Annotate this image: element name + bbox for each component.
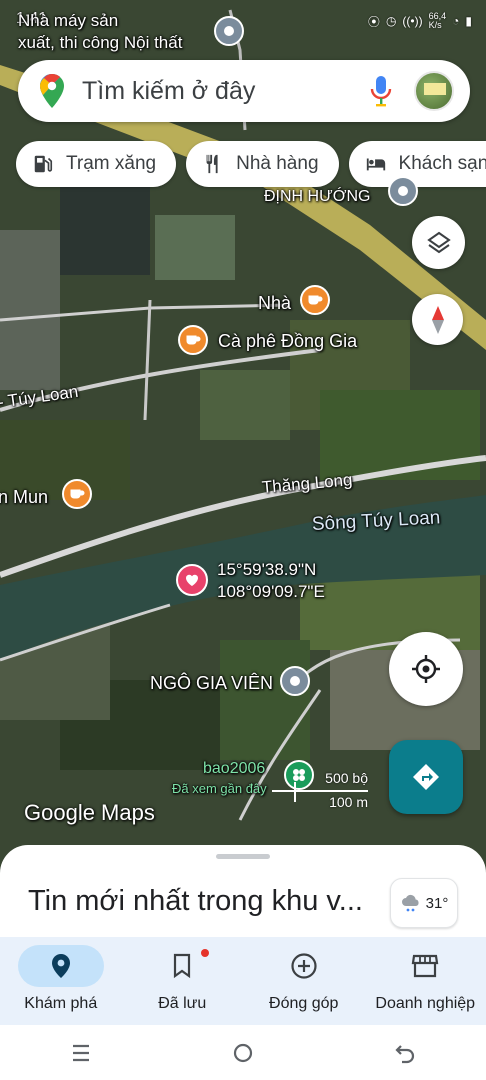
nav-contribute[interactable]: Đóng góp: [243, 937, 365, 1025]
add-circle-icon: [291, 953, 317, 979]
location-icon: ⦿: [367, 14, 380, 29]
category-chips: Trạm xăng Nhà hàng Khách sạn: [16, 141, 486, 187]
nav-label: Đóng góp: [269, 995, 339, 1012]
poi-cafe-an-mun[interactable]: [62, 479, 92, 509]
google-maps-logo: Google Maps: [24, 800, 155, 825]
heart-icon: [186, 574, 198, 586]
place-pin-ngo-gia-vien[interactable]: [280, 666, 310, 696]
chip-restaurant[interactable]: Nhà hàng: [186, 141, 339, 187]
bottom-navigation: Khám phá Đã lưu Đóng góp Doanh nghiệp: [0, 937, 486, 1025]
map-label-recently-viewed: Đã xem gần đây: [172, 781, 267, 796]
directions-icon: [413, 764, 439, 790]
nav-explore[interactable]: Khám phá: [0, 937, 122, 1025]
recent-apps-icon[interactable]: [70, 1043, 92, 1063]
coffee-icon: [308, 295, 323, 305]
notification-dot: [201, 949, 209, 957]
chip-label: Trạm xăng: [66, 153, 157, 174]
poi-cafe-nha[interactable]: [300, 285, 330, 315]
nav-label: Đã lưu: [158, 995, 207, 1012]
map-label-factory[interactable]: Nhà máy sản xuất, thi công Nội thất: [18, 10, 182, 54]
layers-icon: [426, 231, 451, 253]
compass-button[interactable]: [412, 294, 463, 345]
place-pin-dinh-huong[interactable]: [388, 176, 418, 206]
scale-bar: 500 bộ 100 m: [272, 770, 372, 840]
chip-label: Khách sạn: [398, 153, 486, 174]
google-maps-pin-icon: [40, 74, 64, 108]
latest-news-title[interactable]: Tin mới nhất trong khu v...: [28, 885, 363, 918]
nav-label: Doanh nghiệp: [375, 995, 476, 1012]
map-label-an-mun[interactable]: n Mun: [0, 487, 48, 508]
sheet-drag-handle[interactable]: [216, 854, 270, 859]
avatar[interactable]: [414, 71, 454, 111]
map-view[interactable]: 1:41 ⦿ ◷ ((•)) 66,4 K/s ◔ ▮ Nhà máy sản …: [0, 0, 486, 880]
gas-station-icon: [34, 155, 53, 173]
home-icon[interactable]: [232, 1042, 254, 1064]
chip-gas-station[interactable]: Trạm xăng: [16, 141, 177, 187]
bottom-sheet[interactable]: Tin mới nhất trong khu v... 31°: [0, 845, 486, 937]
place-pin-factory[interactable]: [214, 16, 244, 46]
crosshair-icon: [412, 655, 440, 683]
weather-chip[interactable]: 31°: [390, 878, 458, 928]
map-label-ngo-gia-vien[interactable]: NGÔ GIA VIÊN: [150, 673, 273, 694]
nav-icon-container: [261, 945, 347, 987]
scale-meters: 100 m: [329, 794, 368, 810]
map-label-dinh-huong[interactable]: ĐỊNH HƯỚNG: [264, 188, 371, 206]
chip-hotel[interactable]: Khách sạn: [348, 141, 486, 187]
map-label-nha[interactable]: Nhà: [258, 293, 291, 314]
map-label-bao2006[interactable]: bao2006: [203, 760, 265, 778]
chip-label: Nhà hàng: [236, 153, 319, 174]
search-input[interactable]: Tìm kiếm ở đây: [82, 77, 370, 106]
map-coordinate-lng: 108°09'09.7"E: [217, 582, 325, 601]
compass-icon: [431, 305, 444, 334]
nav-label: Khám phá: [24, 995, 98, 1012]
saved-place-pin[interactable]: [176, 564, 208, 596]
hotel-icon: [366, 158, 385, 171]
nav-icon-container: [17, 945, 104, 987]
directions-button[interactable]: [389, 740, 463, 814]
bookmark-icon: [174, 953, 191, 979]
my-location-button[interactable]: [389, 632, 463, 706]
hotspot-icon: ((•)): [402, 14, 423, 28]
coffee-icon: [186, 335, 201, 345]
scale-line: [272, 790, 368, 792]
temperature: 31°: [425, 894, 449, 912]
nav-business[interactable]: Doanh nghiệp: [365, 937, 486, 1025]
nav-icon-container: [139, 945, 225, 987]
restaurant-icon: [206, 154, 218, 174]
network-speed: 66,4 K/s: [428, 11, 447, 30]
map-coordinate-lat: 15°59'38.9"N: [217, 560, 317, 579]
wifi-icon: ◔: [452, 14, 460, 28]
nav-icon-container: [382, 945, 468, 987]
system-navigation-bar: [0, 1025, 486, 1080]
search-bar[interactable]: Tìm kiếm ở đây: [18, 60, 470, 122]
scale-feet: 500 bộ: [325, 770, 368, 786]
poi-cafe-dong-gia[interactable]: [178, 325, 208, 355]
explore-pin-icon: [51, 954, 70, 978]
mic-icon[interactable]: [370, 75, 392, 107]
map-label-ca-phe-dong-gia[interactable]: Cà phê Đồng Gia: [218, 331, 357, 352]
store-icon: [411, 954, 439, 978]
alarm-icon: ◷: [385, 14, 397, 28]
back-icon[interactable]: [394, 1042, 416, 1064]
coffee-icon: [70, 489, 85, 499]
layers-button[interactable]: [412, 216, 465, 269]
cloud-rain-icon: [401, 894, 419, 912]
status-icons: ⦿ ◷ ((•)) 66,4 K/s ◔ ▮: [368, 12, 472, 30]
battery-icon: ▮: [465, 14, 472, 28]
scale-tick: [294, 782, 296, 802]
nav-saved[interactable]: Đã lưu: [122, 937, 244, 1025]
